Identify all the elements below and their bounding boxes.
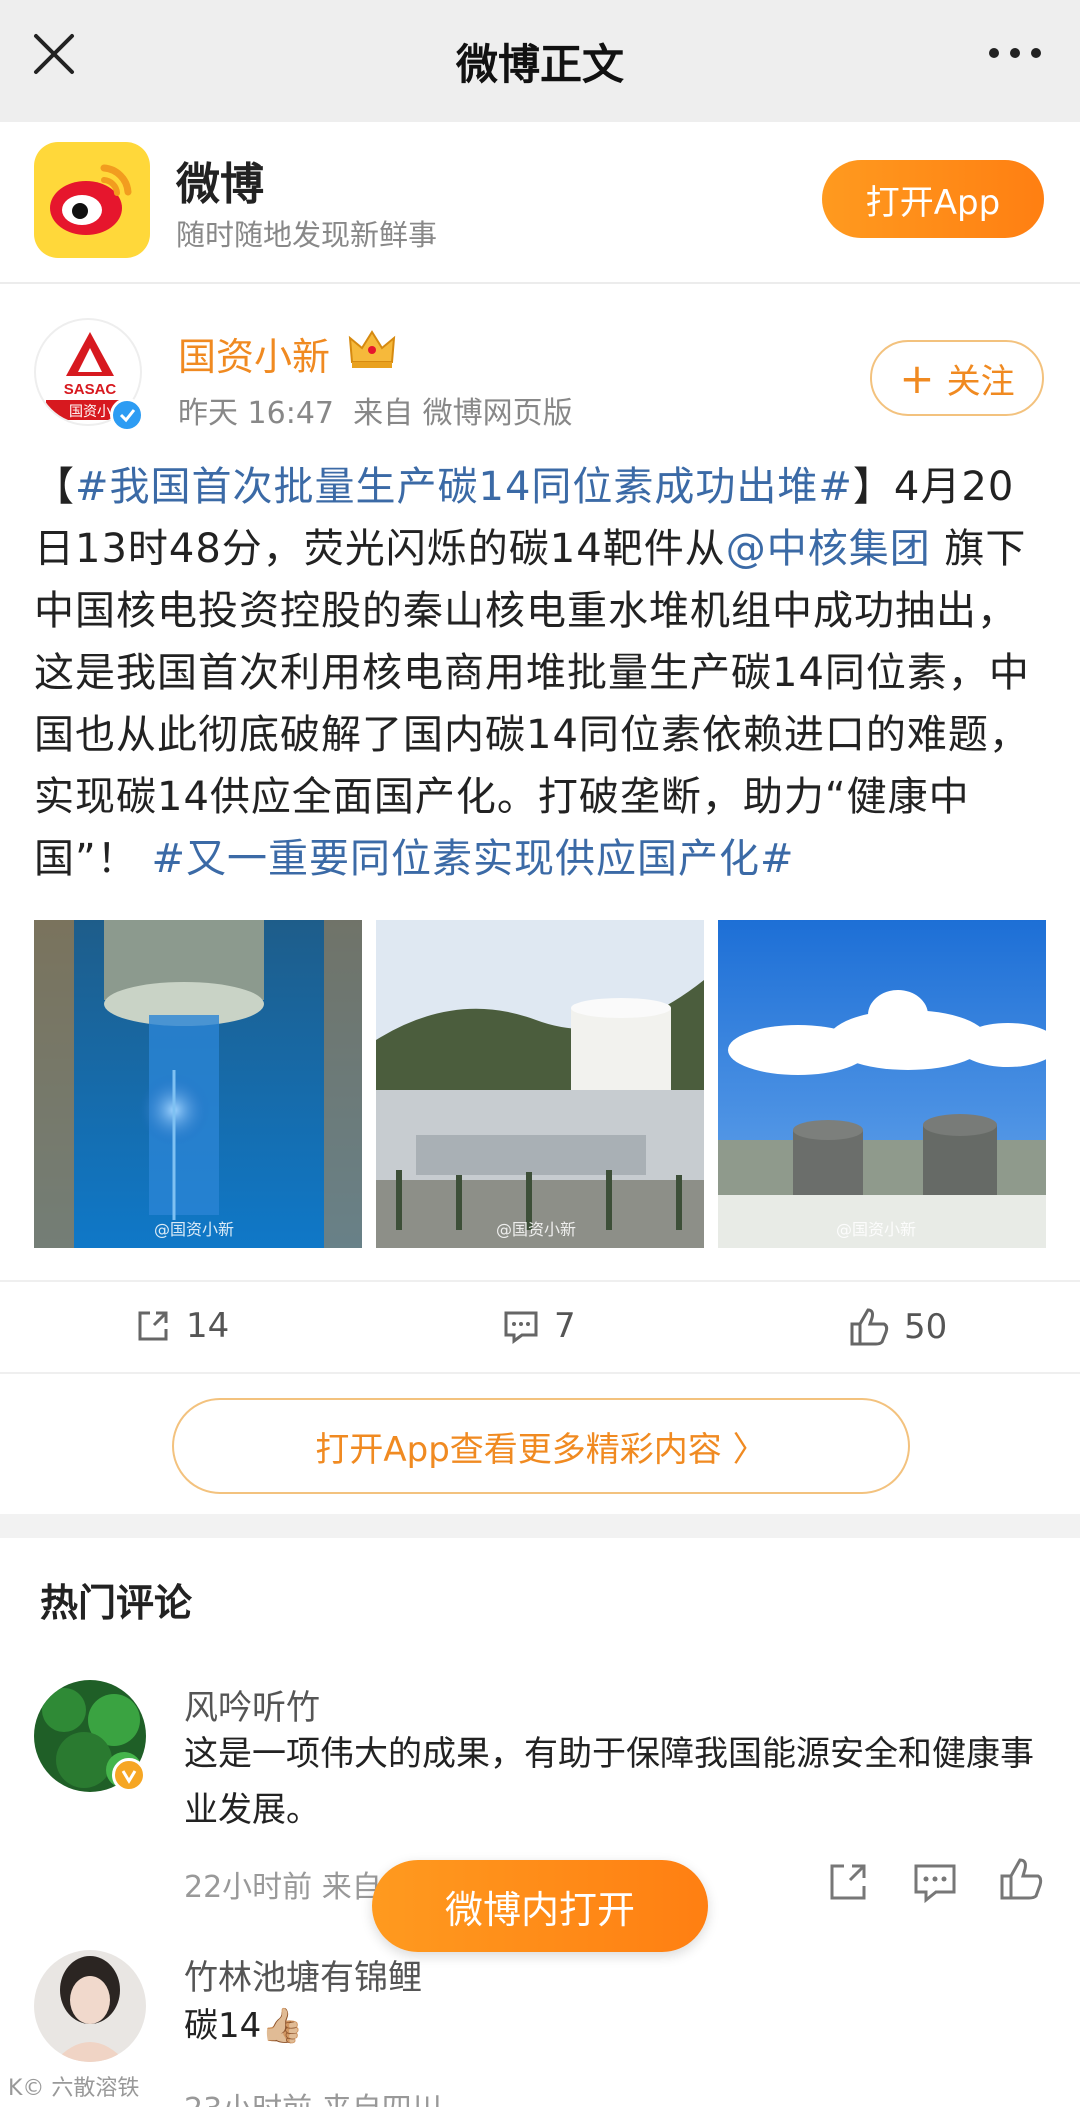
- follow-button[interactable]: + 关注: [870, 340, 1044, 416]
- open-in-weibo-button[interactable]: 微博内打开: [372, 1860, 708, 1952]
- open-app-more-content-button[interactable]: 打开App查看更多精彩内容 〉: [172, 1398, 910, 1494]
- author-name[interactable]: 国资小新: [178, 326, 330, 381]
- image-watermark: @国资小新: [496, 1220, 577, 1239]
- comment-author[interactable]: 风吟听竹: [184, 1680, 320, 1729]
- corner-watermark: K© 六散溶铁: [8, 2076, 140, 2101]
- comment-text: 碳14👍🏼: [184, 2006, 304, 2046]
- image-watermark: @国资小新: [836, 1220, 917, 1239]
- share-icon: [138, 1311, 168, 1341]
- comment-button[interactable]: 7: [502, 1306, 576, 1346]
- post-time: 昨天 16:47: [178, 396, 334, 431]
- share-icon[interactable]: [826, 1858, 872, 1904]
- topic-tag-link[interactable]: #又一重要同位素实现供应国产化#: [151, 836, 794, 882]
- post-action-bar: 14 7 50: [0, 1280, 1080, 1374]
- image-watermark: @国资小新: [154, 1220, 235, 1239]
- thumbs-up-icon[interactable]: [998, 1856, 1044, 1902]
- verified-badge-icon: [110, 398, 144, 432]
- weibo-logo-icon: [34, 142, 150, 258]
- comment-time: 23小时前 来自四川: [184, 2084, 442, 2107]
- close-icon[interactable]: [30, 30, 78, 78]
- comment-count: 7: [554, 1306, 576, 1346]
- comment-icon: [504, 1311, 538, 1344]
- avatar-text-top: SASAC: [64, 381, 117, 398]
- post-text-segment: 旗下中国核电投资控股的秦山核电重水堆机组中成功抽出，这是我国首次利用核电商用堆批…: [34, 526, 1030, 882]
- open-app-button[interactable]: 打开App: [822, 160, 1044, 238]
- post-image-plant[interactable]: @国资小新: [376, 920, 704, 1248]
- avatar-text-bottom: 国资小: [69, 404, 111, 420]
- comment-avatar[interactable]: [34, 1950, 146, 2062]
- post-image-reactor[interactable]: @国资小新: [34, 920, 362, 1248]
- crown-icon: [348, 330, 396, 368]
- post-meta: 昨天 16:47 来自 微博网页版: [178, 388, 573, 432]
- comment-time: 22小时前 来自: [184, 1870, 382, 1905]
- section-divider: [0, 1514, 1080, 1538]
- topic-tag-link[interactable]: #我国首次批量生产碳14同位素成功出堆#: [75, 464, 853, 510]
- mention-link[interactable]: @中核集团: [726, 526, 931, 572]
- page-title: 微博正文: [455, 39, 624, 89]
- plus-icon: +: [899, 353, 935, 403]
- comment-icon[interactable]: [912, 1858, 958, 1904]
- app-banner: 微博 随时随地发现新鲜事 打开App: [0, 122, 1080, 284]
- like-count: 50: [904, 1307, 948, 1347]
- hot-comments-title: 热门评论: [40, 1581, 193, 1625]
- app-name: 微博: [176, 159, 264, 210]
- verified-badge-icon: [112, 1758, 146, 1792]
- post-source: 来自 微博网页版: [353, 396, 573, 431]
- comment-author[interactable]: 竹林池塘有锦鲤: [184, 1950, 422, 1999]
- repost-button[interactable]: 14: [134, 1306, 229, 1346]
- comment-text: 这是一项伟大的成果，有助于保障我国能源安全和健康事业发展。: [184, 1734, 1034, 1830]
- more-icon[interactable]: [986, 38, 1044, 68]
- post-image-reactors-coast[interactable]: @国资小新: [718, 920, 1046, 1248]
- follow-label: 关注: [946, 361, 1015, 402]
- top-nav-bar: 微博正文: [0, 0, 1080, 122]
- app-slogan: 随时随地发现新鲜事: [176, 218, 438, 252]
- like-button[interactable]: 50: [848, 1306, 947, 1348]
- repost-count: 14: [186, 1306, 230, 1346]
- post-text-bracket: 【: [34, 464, 75, 510]
- thumbs-up-icon: [850, 1308, 889, 1346]
- post-content: 【#我国首次批量生产碳14同位素成功出堆#】4月20日13时48分，荧光闪烁的碳…: [34, 456, 1049, 890]
